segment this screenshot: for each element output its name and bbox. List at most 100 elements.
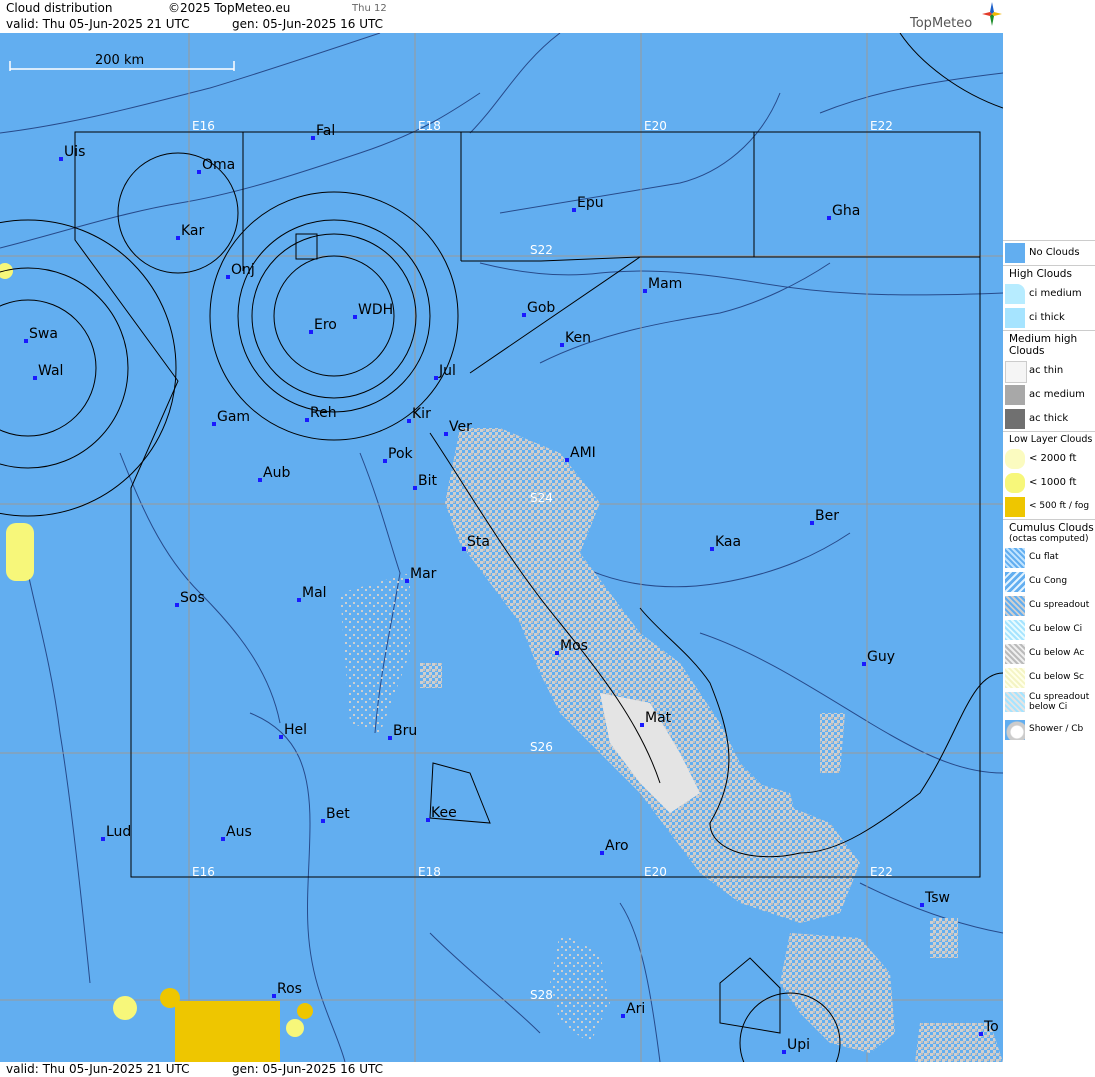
place-label: Hel	[284, 722, 307, 738]
day-code: Thu 12	[352, 3, 387, 14]
station-marker	[434, 376, 438, 380]
lat-label: S28	[530, 988, 553, 1002]
place-label: Guy	[867, 649, 895, 665]
cu-cong-swatch	[1005, 572, 1025, 592]
station-marker	[321, 819, 325, 823]
place-label: Kar	[181, 223, 205, 239]
station-marker	[782, 1050, 786, 1054]
station-marker	[176, 236, 180, 240]
legend-label: Cu below Ac	[1029, 648, 1085, 658]
lon-label-top: E22	[870, 119, 893, 133]
place-label: Onj	[231, 262, 255, 278]
cloud-map[interactable]: 200 km E16 E18 E20 E22 E16 E18 E20 E22 S…	[0, 33, 1003, 1062]
ac-thin-swatch	[1005, 361, 1027, 383]
place-label: Ero	[314, 317, 337, 333]
legend-label: Cu below Sc	[1029, 672, 1084, 682]
place-label: Jul	[438, 363, 456, 379]
place-label: Mos	[560, 638, 588, 654]
scale-label: 200 km	[95, 53, 144, 68]
legend-cu-below-ci: Cu below Ci	[1003, 618, 1095, 642]
station-marker	[305, 418, 309, 422]
station-marker	[197, 170, 201, 174]
legend-ci-thick: ci thick	[1003, 306, 1095, 330]
legend-low-500: < 500 ft / fog	[1003, 495, 1095, 519]
station-marker	[426, 818, 430, 822]
place-label: Ros	[277, 981, 302, 997]
cu-below-ac-swatch	[1005, 644, 1025, 664]
place-label: Fal	[316, 123, 335, 139]
place-label: Mat	[645, 710, 672, 726]
station-marker	[297, 598, 301, 602]
legend-ac-medium: ac medium	[1003, 383, 1095, 407]
place-label: Uis	[64, 144, 85, 160]
legend-label: ac medium	[1029, 389, 1085, 400]
place-label: Mal	[302, 585, 327, 601]
station-marker	[810, 521, 814, 525]
station-marker	[522, 313, 526, 317]
place-label: Aus	[226, 824, 252, 840]
legend-label: ac thin	[1029, 365, 1064, 376]
station-marker	[309, 330, 313, 334]
legend: No Clouds High Clouds ci medium ci thick…	[1003, 240, 1095, 742]
station-marker	[383, 459, 387, 463]
generated-time: gen: 05-Jun-2025 16 UTC	[232, 17, 384, 31]
place-label: Ken	[565, 330, 591, 346]
station-marker	[279, 735, 283, 739]
compass-logo-icon	[982, 2, 1002, 26]
place-label: Aub	[263, 465, 290, 481]
legend-label: < 2000 ft	[1029, 453, 1077, 464]
place-label: Ver	[449, 419, 472, 435]
place-label: Tsw	[924, 890, 950, 906]
station-marker	[353, 315, 357, 319]
legend-cu-below-sc: Cu below Sc	[1003, 666, 1095, 690]
station-marker	[226, 275, 230, 279]
place-label: Aro	[605, 838, 629, 854]
place-label: Kir	[412, 406, 431, 422]
station-marker	[640, 723, 644, 727]
station-marker	[560, 343, 564, 347]
legend-label: Cu spreadout	[1029, 600, 1090, 610]
place-label: Lud	[106, 824, 131, 840]
station-marker	[572, 208, 576, 212]
legend-label: Cu flat	[1029, 552, 1059, 562]
lon-label-top: E16	[192, 119, 215, 133]
legend-label: ac thick	[1029, 413, 1069, 424]
legend-label: Shower / Cb	[1029, 724, 1084, 734]
station-marker	[462, 547, 466, 551]
station-marker	[600, 851, 604, 855]
lat-label: S22	[530, 243, 553, 257]
legend-label: Cu below Ci	[1029, 624, 1083, 634]
lat-label: S26	[530, 740, 553, 754]
place-label: Reh	[310, 405, 337, 421]
no-clouds-swatch	[1005, 243, 1025, 263]
station-marker	[221, 837, 225, 841]
place-label: Gam	[217, 409, 250, 425]
place-label: Bit	[418, 473, 437, 489]
place-label: Upi	[787, 1037, 810, 1053]
legend-cu-below-ac: Cu below Ac	[1003, 642, 1095, 666]
place-label: Kee	[431, 805, 457, 821]
map-title: Cloud distribution	[6, 1, 113, 15]
lon-label-bottom: E20	[644, 865, 667, 879]
lon-label-top: E18	[418, 119, 441, 133]
legend-cu-title-text: Cumulus Clouds	[1009, 522, 1094, 534]
cu-spreadout-swatch	[1005, 596, 1025, 616]
station-marker	[979, 1032, 983, 1036]
legend-cu-cong: Cu Cong	[1003, 570, 1095, 594]
station-marker	[710, 547, 714, 551]
place-label: Pok	[388, 446, 414, 462]
legend-label: ci medium	[1029, 288, 1082, 299]
station-marker	[311, 136, 315, 140]
shower-cb-swatch	[1005, 720, 1025, 740]
legend-cu-spread-below-ci: Cu spreadout below Ci	[1003, 690, 1095, 718]
place-label: Oma	[202, 157, 235, 173]
place-label: Ber	[815, 508, 839, 524]
station-marker	[405, 579, 409, 583]
legend-shower: Shower / Cb	[1003, 718, 1095, 742]
legend-ac-thick: ac thick	[1003, 407, 1095, 431]
cu-spread-below-ci-swatch	[1005, 692, 1025, 712]
topmeteo-logo: TopMeteo	[910, 16, 973, 31]
low-2000-swatch	[1005, 449, 1025, 469]
ac-medium-swatch	[1005, 385, 1025, 405]
legend-low-2000: < 2000 ft	[1003, 447, 1095, 471]
